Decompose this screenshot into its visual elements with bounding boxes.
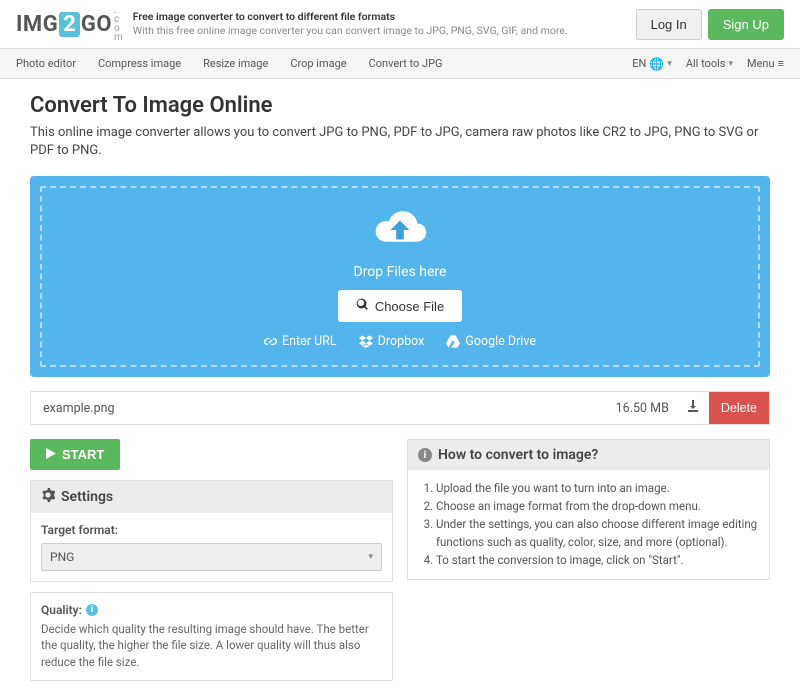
howto-panel: i How to convert to image? Upload the fi… [407,439,770,580]
login-button[interactable]: Log In [636,9,702,40]
howto-steps: Upload the file you want to turn into an… [436,480,759,569]
all-tools-menu[interactable]: All tools▾ [686,57,733,70]
nav-convert-jpg[interactable]: Convert to JPG [369,57,443,70]
howto-title: How to convert to image? [438,447,598,463]
chevron-down-icon: ▾ [667,59,672,69]
dropbox-label: Dropbox [378,334,425,349]
all-tools-label: All tools [686,57,726,70]
info-icon: i [418,448,432,462]
nav-photo-editor[interactable]: Photo editor [16,57,76,70]
info-icon[interactable]: i [86,604,98,616]
columns: START Settings Target format: PNG ▾ [30,439,770,690]
howto-body: Upload the file you want to turn into an… [408,470,769,579]
quality-panel: Quality: i Decide which quality the resu… [30,592,393,680]
slogan-line1: Free image converter to convert to diffe… [133,10,568,24]
settings-body: Target format: PNG ▾ [31,513,392,581]
menu-button[interactable]: Menu≡ [747,57,784,70]
delete-button[interactable]: Delete [709,392,769,424]
hamburger-icon: ≡ [778,57,784,70]
target-format-value: PNG [50,550,74,564]
file-name: example.png [31,401,608,416]
dropzone-inner: Drop Files here Choose File Enter URL Dr… [40,186,760,367]
choose-file-button[interactable]: Choose File [338,290,462,322]
quality-body: Quality: i Decide which quality the resu… [31,593,392,679]
settings-header: Settings [31,481,392,513]
target-format-label: Target format: [41,523,382,537]
globe-icon: 🌐 [649,57,664,71]
gdrive-icon [446,335,460,348]
howto-step: Choose an image format from the drop-dow… [436,498,759,516]
right-column: i How to convert to image? Upload the fi… [407,439,770,690]
page-title: Convert To Image Online [30,93,770,118]
target-format-select[interactable]: PNG ▾ [41,543,382,571]
slogan-line2: With this free online image converter yo… [133,24,568,38]
slogan: Free image converter to convert to diffe… [133,10,568,38]
nav-resize-image[interactable]: Resize image [203,57,268,70]
dropbox-icon [359,335,373,348]
dropzone-title: Drop Files here [42,264,758,280]
file-size: 16.50 MB [608,401,677,416]
gdrive-label: Google Drive [465,334,536,349]
signup-button[interactable]: Sign Up [708,9,784,40]
enter-url-label: Enter URL [282,334,337,349]
settings-panel: Settings Target format: PNG ▾ [30,480,393,582]
quality-label-text: Quality: [41,603,82,617]
logo-suffix: .com [114,6,123,42]
howto-step: To start the conversion to image, click … [436,552,759,570]
lang-label: EN [632,57,646,70]
logo-post: GO [81,12,112,37]
page-description: This online image converter allows you t… [30,124,770,160]
logo[interactable]: IMG 2 GO .com [16,6,123,42]
logo-pre: IMG [16,12,58,37]
gdrive-link[interactable]: Google Drive [446,334,536,349]
howto-step: Under the settings, you can also choose … [436,516,759,552]
dropzone-links: Enter URL Dropbox Google Drive [42,334,758,349]
subnav-right: EN🌐▾ All tools▾ Menu≡ [632,57,784,71]
settings-title: Settings [61,489,113,505]
topbar: IMG 2 GO .com Free image converter to co… [0,0,800,49]
content: Convert To Image Online This online imag… [0,79,800,691]
logo-mid: 2 [59,12,80,37]
play-icon [46,447,56,462]
search-icon [356,298,369,314]
link-icon [264,335,277,348]
quality-label: Quality: i [41,603,382,617]
chevron-down-icon: ▾ [368,552,373,562]
chevron-down-icon: ▾ [728,59,733,69]
start-button[interactable]: START [30,439,120,470]
language-selector[interactable]: EN🌐▾ [632,57,672,71]
file-row: example.png 16.50 MB Delete [30,391,770,425]
quality-description: Decide which quality the resulting image… [41,621,382,669]
download-icon[interactable] [677,400,709,416]
subnav: Photo editor Compress image Resize image… [0,49,800,79]
left-column: START Settings Target format: PNG ▾ [30,439,393,690]
choose-file-label: Choose File [375,299,444,314]
howto-header: i How to convert to image? [408,440,769,470]
dropzone[interactable]: Drop Files here Choose File Enter URL Dr… [30,176,770,377]
dropbox-link[interactable]: Dropbox [359,334,425,349]
gear-icon [41,488,55,506]
cloud-upload-icon [42,206,758,258]
enter-url-link[interactable]: Enter URL [264,334,337,349]
howto-step: Upload the file you want to turn into an… [436,480,759,498]
nav-crop-image[interactable]: Crop image [290,57,346,70]
nav-compress-image[interactable]: Compress image [98,57,181,70]
start-label: START [62,447,104,462]
menu-label: Menu [747,57,775,70]
